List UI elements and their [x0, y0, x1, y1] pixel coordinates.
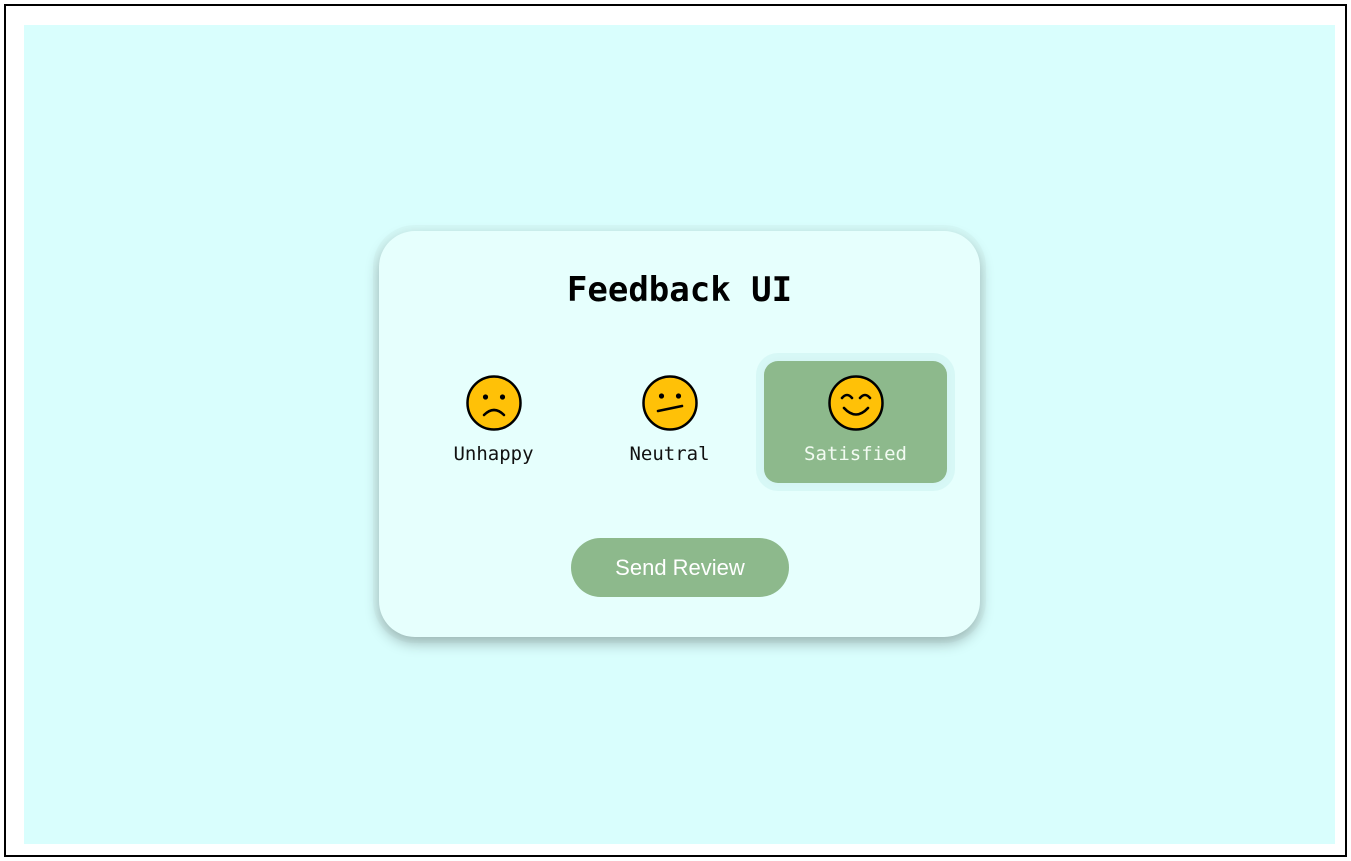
rating-option-satisfied[interactable]: Satisfied [764, 361, 947, 483]
rating-label-unhappy: Unhappy [453, 443, 534, 465]
rating-option-unhappy[interactable]: Unhappy [402, 361, 585, 483]
rating-label-satisfied: Satisfied [804, 443, 907, 465]
page-title: Feedback UI [566, 270, 793, 310]
send-review-button[interactable]: Send Review [571, 538, 789, 597]
smiling-face-icon [827, 375, 884, 431]
neutral-face-icon [641, 375, 698, 431]
frowning-face-icon [465, 375, 522, 431]
rating-label-neutral: Neutral [629, 443, 710, 465]
rating-option-neutral[interactable]: Neutral [578, 361, 761, 483]
